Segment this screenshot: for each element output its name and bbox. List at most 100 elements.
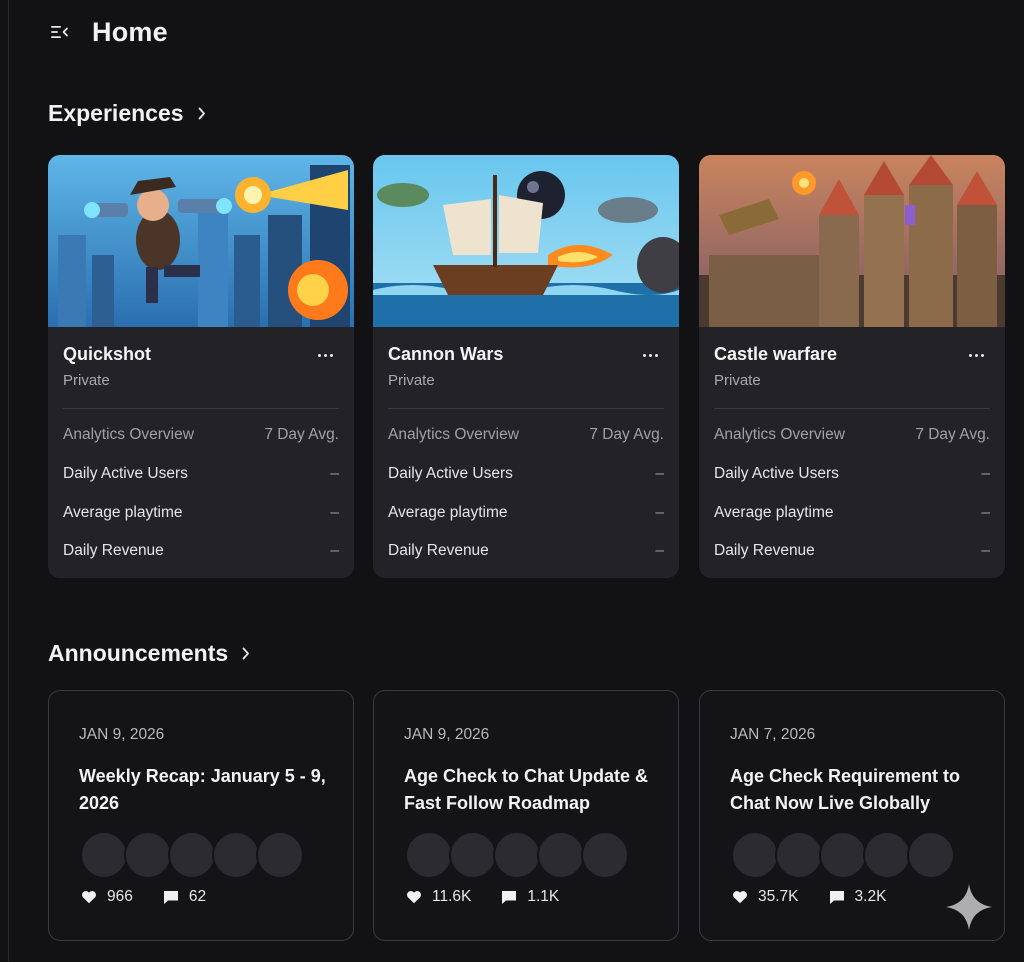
metric-label: Average playtime [714, 504, 834, 521]
announcement-title[interactable]: Weekly Recap: January 5 - 9, 2026 [79, 763, 335, 817]
metric-label: Daily Revenue [63, 542, 164, 559]
metric-row: Daily Revenue – [714, 542, 990, 560]
heart-icon [732, 889, 748, 905]
more-options-icon[interactable] [965, 345, 987, 365]
announcements-section-link[interactable]: Announcements [48, 640, 252, 667]
metric-label: Daily Active Users [63, 465, 188, 482]
comment-count: 1.1K [527, 888, 560, 905]
more-options-icon[interactable] [639, 345, 661, 365]
page-header: Home [48, 14, 168, 50]
analytics-header: Analytics Overview 7 Day Avg. [63, 426, 339, 444]
avatar [819, 831, 867, 879]
like-count: 35.7K [758, 888, 799, 905]
comment-count: 3.2K [854, 888, 887, 905]
avatar [493, 831, 541, 879]
experience-name[interactable]: Castle warfare [714, 344, 837, 365]
experiences-section-title: Experiences [48, 100, 184, 126]
like-count: 11.6K [432, 888, 472, 905]
metric-value: – [655, 465, 664, 482]
experience-name[interactable]: Quickshot [63, 344, 151, 365]
metric-row: Daily Revenue – [63, 542, 339, 560]
announcement-card[interactable]: JAN 9, 2026 Age Check to Chat Update & F… [373, 690, 679, 941]
collapse-menu-icon[interactable] [48, 21, 70, 43]
comment-icon [829, 889, 845, 905]
experience-name[interactable]: Cannon Wars [388, 344, 503, 365]
avatar [212, 831, 260, 879]
metric-value: – [655, 542, 664, 559]
divider [63, 408, 339, 409]
experience-thumbnail[interactable] [699, 155, 1005, 327]
avatar [80, 831, 128, 879]
experience-thumbnail[interactable] [373, 155, 679, 327]
engagement-stats: 966 62 [81, 888, 206, 906]
metric-label: Average playtime [388, 504, 508, 521]
announcements-section-title: Announcements [48, 640, 229, 666]
divider [388, 408, 664, 409]
metric-row: Daily Active Users – [388, 465, 664, 483]
avatar [405, 831, 453, 879]
metric-label: Daily Revenue [388, 542, 489, 559]
metric-value: – [981, 542, 990, 559]
metric-label: Daily Revenue [714, 542, 815, 559]
divider [714, 408, 990, 409]
engagement-stats: 35.7K 3.2K [732, 888, 886, 906]
period-label: 7 Day Avg. [589, 426, 664, 443]
analytics-header: Analytics Overview 7 Day Avg. [714, 426, 990, 444]
sparkle-icon [944, 882, 994, 932]
analytics-label: Analytics Overview [388, 426, 519, 443]
page-title: Home [92, 16, 168, 47]
announcement-card[interactable]: JAN 9, 2026 Weekly Recap: January 5 - 9,… [48, 690, 354, 941]
metric-value: – [330, 465, 339, 482]
period-label: 7 Day Avg. [915, 426, 990, 443]
metric-row: Average playtime – [63, 504, 339, 522]
announcement-title[interactable]: Age Check Requirement to Chat Now Live G… [730, 763, 986, 817]
avatar [537, 831, 585, 879]
announcement-date: JAN 9, 2026 [79, 726, 165, 743]
comment-icon [163, 889, 179, 905]
analytics-label: Analytics Overview [63, 426, 194, 443]
avatar [449, 831, 497, 879]
experience-card-quickshot[interactable]: Quickshot Private Analytics Overview 7 D… [48, 155, 354, 578]
like-count: 966 [107, 888, 133, 905]
analytics-header: Analytics Overview 7 Day Avg. [388, 426, 664, 444]
experience-status: Private [63, 372, 110, 389]
experience-status: Private [714, 372, 761, 389]
more-options-icon[interactable] [314, 345, 336, 365]
avatar [731, 831, 779, 879]
comment-icon [501, 889, 517, 905]
analytics-label: Analytics Overview [714, 426, 845, 443]
announcement-date: JAN 9, 2026 [404, 726, 490, 743]
avatar [581, 831, 629, 879]
metric-value: – [981, 465, 990, 482]
comment-count: 62 [188, 888, 207, 905]
period-label: 7 Day Avg. [264, 426, 339, 443]
avatar [256, 831, 304, 879]
announcement-title[interactable]: Age Check to Chat Update & Fast Follow R… [404, 763, 660, 817]
heart-icon [81, 889, 97, 905]
metric-row: Daily Revenue – [388, 542, 664, 560]
metric-row: Daily Active Users – [714, 465, 990, 483]
metric-value: – [330, 504, 339, 521]
metric-value: – [655, 504, 664, 521]
experience-card-cannon-wars[interactable]: Cannon Wars Private Analytics Overview 7… [373, 155, 679, 578]
metric-row: Average playtime – [714, 504, 990, 522]
avatar [124, 831, 172, 879]
announcement-date: JAN 7, 2026 [730, 726, 816, 743]
heart-icon [406, 889, 422, 905]
metric-label: Average playtime [63, 504, 183, 521]
experience-thumbnail[interactable] [48, 155, 354, 327]
engagement-stats: 11.6K 1.1K [406, 888, 559, 906]
avatar [168, 831, 216, 879]
experience-status: Private [388, 372, 435, 389]
metric-label: Daily Active Users [388, 465, 513, 482]
avatar [863, 831, 911, 879]
sidebar-edge [8, 0, 9, 962]
metric-row: Daily Active Users – [63, 465, 339, 483]
chevron-right-icon [198, 107, 208, 121]
avatar [907, 831, 955, 879]
metric-label: Daily Active Users [714, 465, 839, 482]
avatar [775, 831, 823, 879]
chevron-right-icon [242, 647, 252, 661]
experience-card-castle-warfare[interactable]: Castle warfare Private Analytics Overvie… [699, 155, 1005, 578]
experiences-section-link[interactable]: Experiences [48, 100, 208, 127]
